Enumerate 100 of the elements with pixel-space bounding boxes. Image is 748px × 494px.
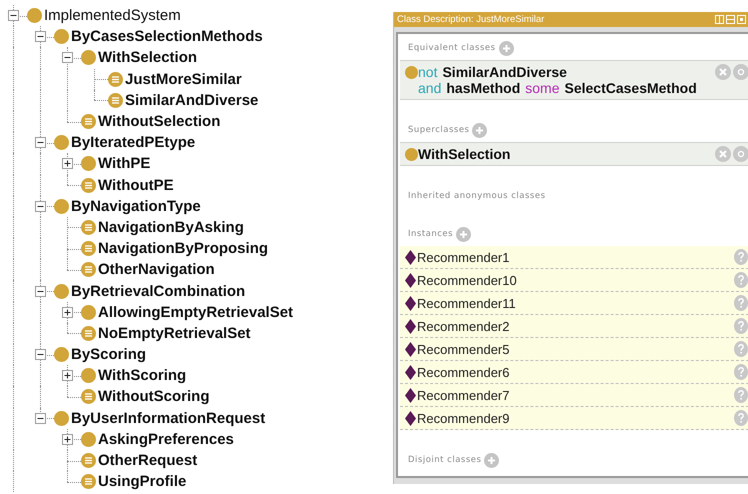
defined-class-icon: [81, 453, 96, 468]
instance-name: Recommender11: [417, 296, 517, 310]
instance-name: Recommender9: [417, 410, 510, 426]
collapse-toggle[interactable]: [34, 31, 46, 42]
help-icon[interactable]: [734, 341, 748, 357]
individual-icon: [405, 342, 416, 356]
tree-item[interactable]: WithoutSelection: [98, 113, 220, 130]
expand-toggle[interactable]: [62, 306, 72, 318]
class-expression-row[interactable]: WithSelection: [400, 142, 748, 166]
collapse-toggle[interactable]: [62, 52, 72, 64]
tree-item[interactable]: ImplementedSystem: [44, 7, 181, 24]
class-expression-row[interactable]: not SimilarAndDiverse and hasMethod some SelectCasesMethod: [400, 60, 748, 100]
row-action-icons[interactable]: [715, 146, 748, 162]
tree-item[interactable]: ByIteratedPEtype: [71, 134, 196, 152]
class-icon: [405, 66, 418, 79]
row-action-icons[interactable]: [715, 64, 748, 80]
window-buttons-icon[interactable]: [715, 15, 748, 24]
tree-item[interactable]: OtherRequest: [98, 452, 198, 470]
section-title: Inherited anonymous classes: [408, 191, 546, 201]
tree-item[interactable]: WithoutPE: [98, 176, 174, 194]
add-icon[interactable]: [498, 40, 514, 56]
individual-icon: [405, 318, 416, 334]
expand-toggle[interactable]: [62, 370, 72, 382]
defined-class-icon: [81, 241, 96, 256]
help-icon[interactable]: [734, 249, 748, 265]
help-icon[interactable]: [734, 364, 748, 380]
tree-item[interactable]: ByUserInformationRequest: [71, 410, 266, 427]
tree-item[interactable]: ByScoring: [71, 346, 146, 364]
class-icon: [54, 347, 69, 362]
tree-item[interactable]: WithoutScoring: [98, 388, 210, 406]
individual-icon: [405, 272, 416, 288]
tree-item[interactable]: NavigationByProposing: [98, 240, 268, 258]
expand-toggle[interactable]: [62, 158, 72, 170]
section-title: Instances: [408, 229, 454, 239]
instance-row[interactable]: Recommender2: [400, 315, 748, 338]
individual-icon: [405, 388, 416, 402]
tree-item[interactable]: AskingPreferences: [98, 430, 234, 448]
class-icon: [54, 284, 69, 299]
tree-item[interactable]: WithSelection: [98, 49, 198, 66]
class-icon: [54, 410, 69, 426]
defined-class-icon: [81, 474, 96, 490]
individual-icon: [405, 250, 416, 264]
individual-icon: [405, 410, 416, 426]
add-icon[interactable]: [456, 226, 472, 242]
instance-name: Recommender7: [417, 388, 510, 402]
instance-row[interactable]: Recommender9: [400, 407, 748, 430]
defined-class-icon: [81, 326, 96, 341]
tree-item[interactable]: NavigationByAsking: [98, 218, 244, 236]
class-icon: [81, 156, 96, 172]
add-icon[interactable]: [472, 122, 488, 138]
class-expression: not SimilarAndDiverse: [418, 64, 568, 80]
add-icon[interactable]: [484, 452, 500, 468]
collapse-toggle[interactable]: [8, 10, 18, 22]
instance-row[interactable]: Recommender10: [400, 269, 748, 292]
tree-item[interactable]: UsingProfile: [98, 473, 186, 490]
instance-row[interactable]: Recommender7: [400, 384, 748, 407]
tree-item[interactable]: SimilarAndDiverse: [125, 92, 258, 109]
instance-name: Recommender6: [417, 364, 510, 380]
class-expression: WithSelection: [418, 146, 512, 162]
defined-class-icon: [81, 178, 96, 193]
instance-row[interactable]: Recommender11: [400, 292, 748, 315]
help-icon[interactable]: [734, 272, 748, 288]
tree-item[interactable]: AllowingEmptyRetrievalSet: [98, 304, 294, 321]
collapse-toggle[interactable]: [34, 349, 46, 360]
help-icon[interactable]: [734, 318, 748, 334]
tree-item[interactable]: WithScoring: [98, 367, 186, 384]
class-icon: [81, 50, 96, 66]
class-expression: and hasMethod some SelectCasesMethod: [418, 80, 698, 96]
collapse-toggle[interactable]: [34, 137, 46, 148]
collapse-toggle[interactable]: [34, 200, 46, 212]
instance-row[interactable]: Recommender5: [400, 338, 748, 361]
help-icon[interactable]: [734, 410, 748, 426]
instance-row[interactable]: Recommender1: [400, 246, 748, 269]
tree-item[interactable]: ByNavigationType: [71, 198, 201, 215]
tree-item[interactable]: NoEmptyRetrievalSet: [98, 324, 251, 342]
class-icon: [81, 304, 96, 320]
tree-item[interactable]: WithPE: [98, 155, 150, 172]
instance-name: Recommender5: [417, 342, 510, 356]
instance-name: Recommender1: [417, 250, 510, 264]
expand-toggle[interactable]: [62, 434, 72, 445]
collapse-toggle[interactable]: [34, 412, 46, 424]
tree-item[interactable]: JustMoreSimilar: [125, 70, 242, 88]
collapse-toggle[interactable]: [34, 286, 46, 297]
help-icon[interactable]: [734, 387, 748, 403]
defined-class-icon: [108, 92, 123, 108]
class-icon: [81, 432, 96, 447]
individual-icon: [405, 296, 416, 310]
instance-row[interactable]: Recommender6: [400, 361, 748, 384]
tree-item[interactable]: ByRetrievalCombination: [71, 282, 246, 300]
defined-class-icon: [81, 262, 96, 278]
instance-name: Recommender10: [417, 272, 518, 288]
tree-item[interactable]: ByCasesSelectionMethods: [71, 28, 263, 46]
class-icon: [54, 29, 69, 44]
class-icon: [54, 135, 69, 150]
help-icon[interactable]: [734, 295, 748, 311]
instance-name: Recommender2: [417, 318, 510, 334]
class-icon: [27, 8, 42, 24]
tree-item[interactable]: OtherNavigation: [98, 261, 215, 278]
panel-title: Class Description: JustMoreSimilar: [397, 14, 544, 25]
individual-icon: [405, 364, 416, 380]
